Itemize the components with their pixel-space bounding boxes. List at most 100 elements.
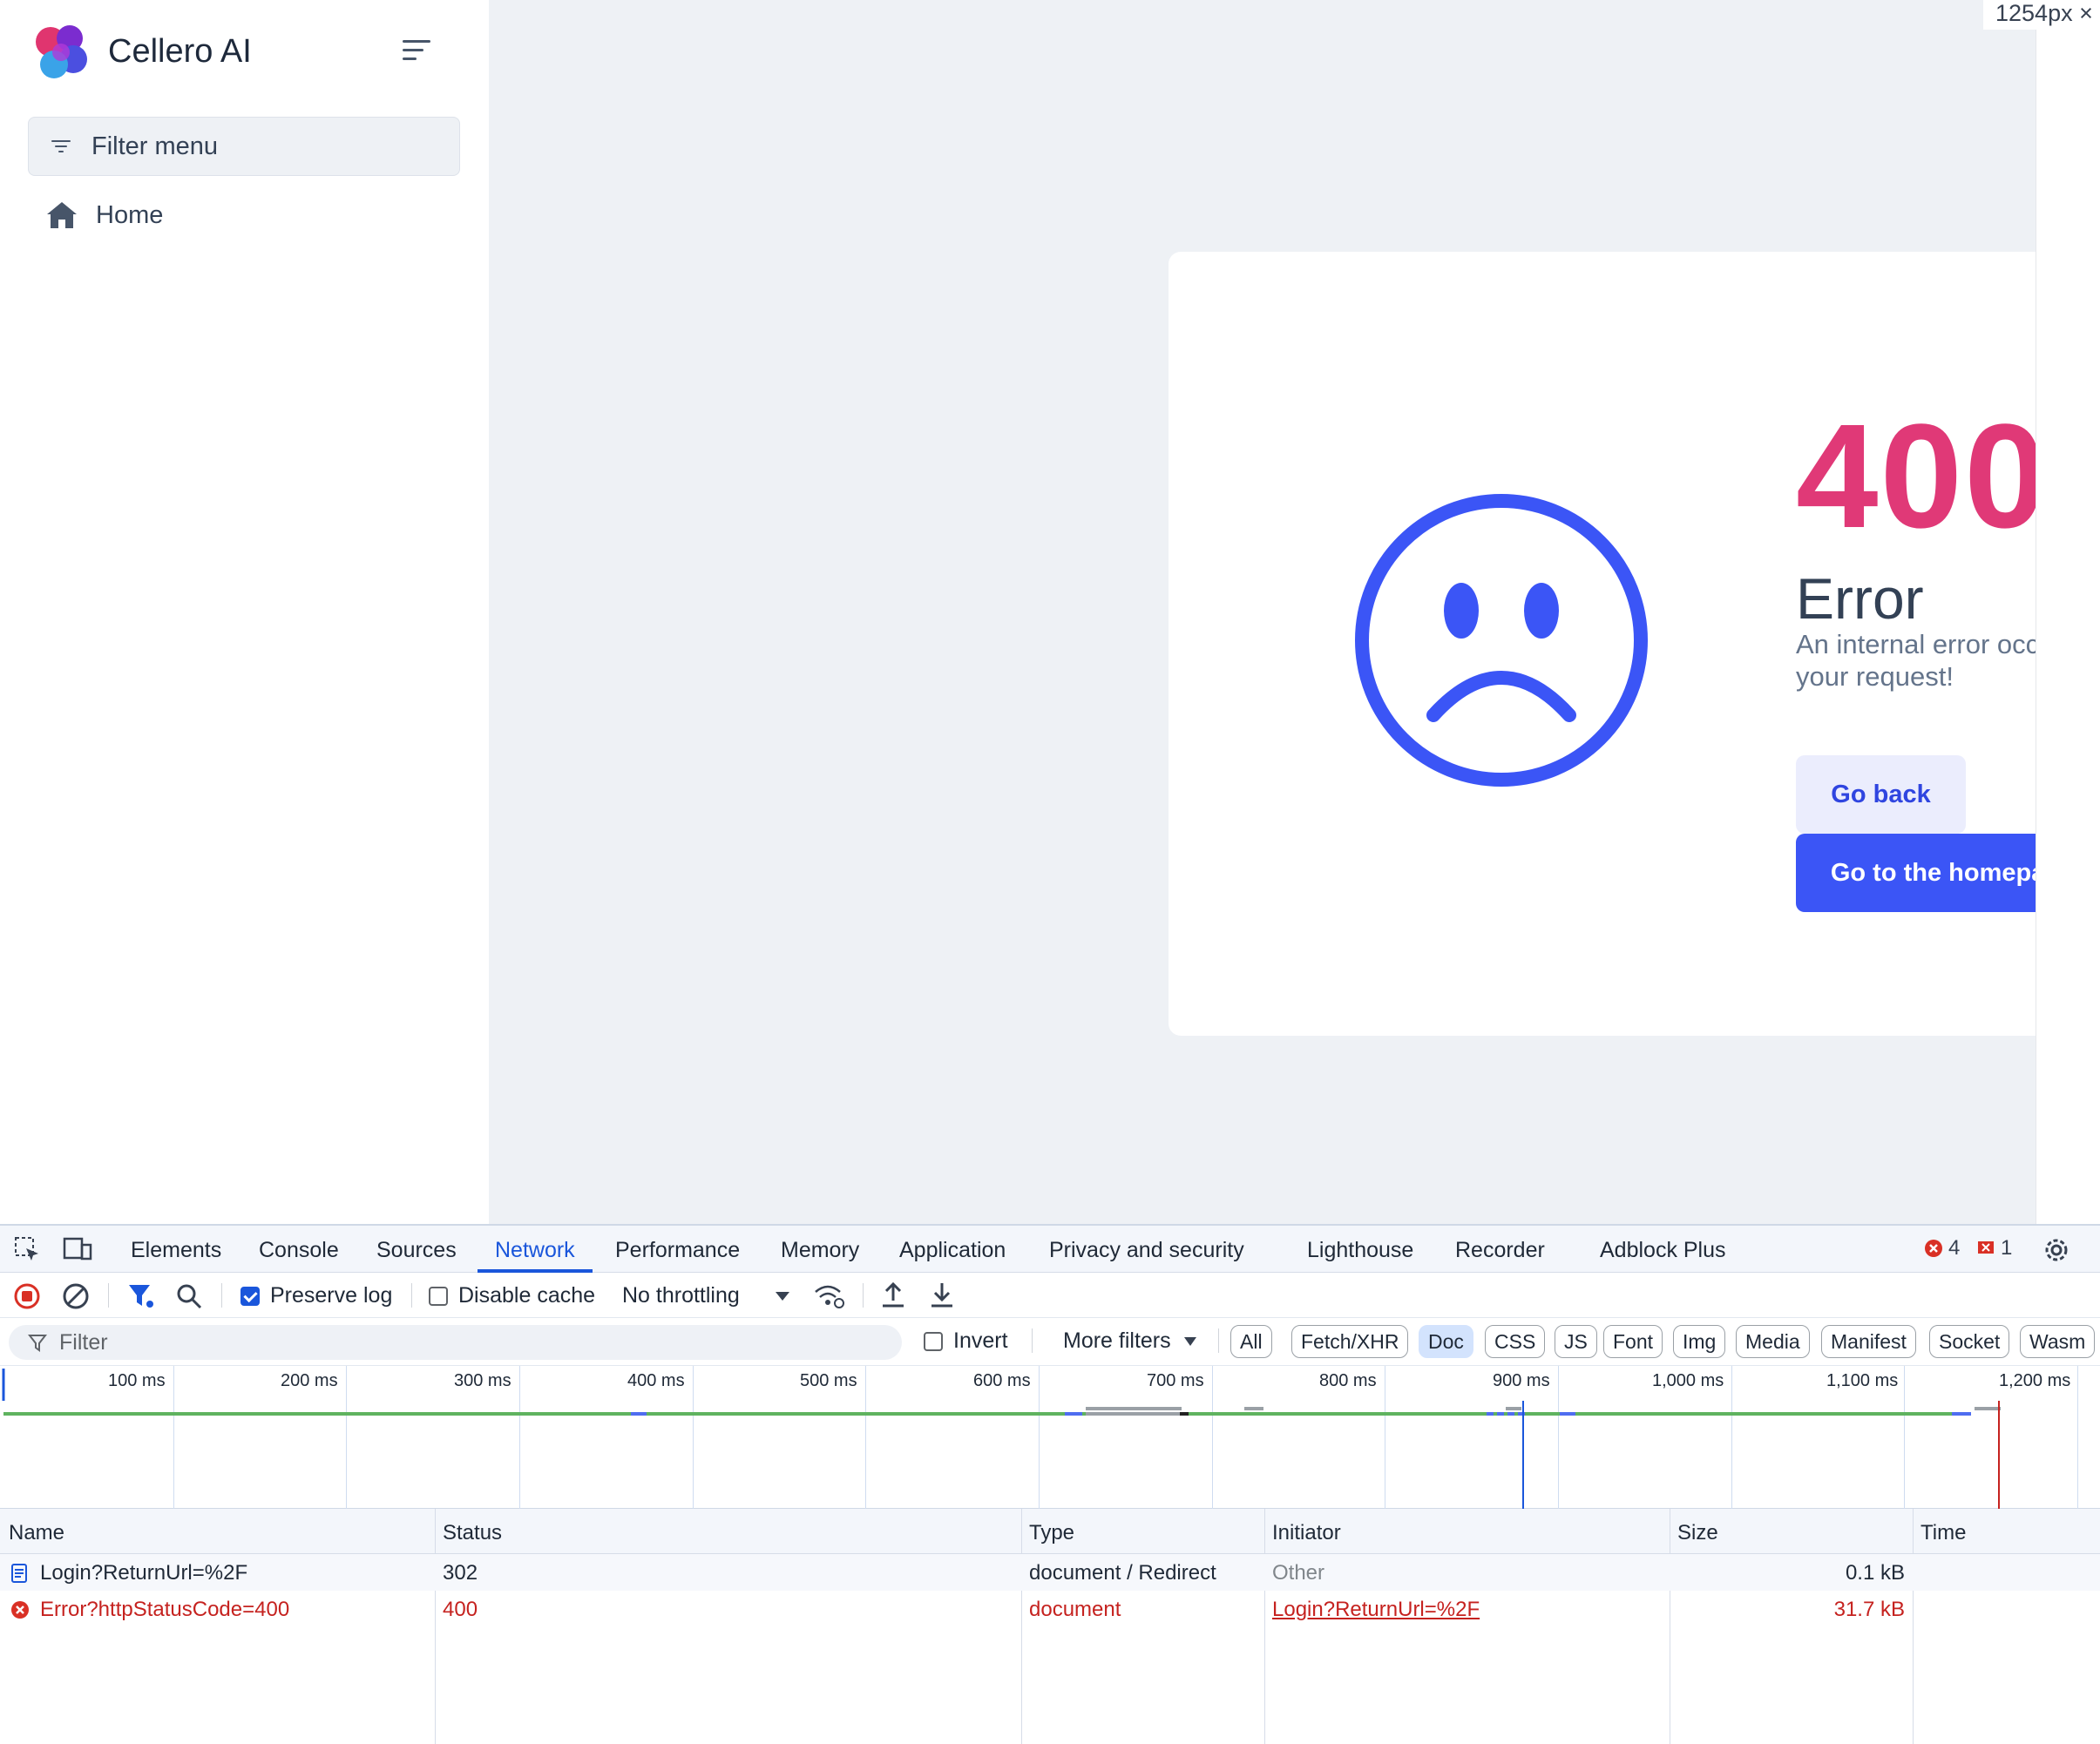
request-size: 31.7 kB	[1833, 1598, 1905, 1621]
main-content: 400 Error An internal error occurred dur…	[489, 0, 2100, 1224]
network-conditions-icon[interactable]	[814, 1283, 845, 1309]
type-filter-js[interactable]: JS	[1555, 1325, 1597, 1358]
column-header-status[interactable]: Status	[443, 1521, 502, 1545]
settings-gear-icon[interactable]	[2042, 1236, 2070, 1264]
network-request-table: Name Status Type Initiator Size Time Log…	[0, 1509, 2100, 1744]
column-header-initiator[interactable]: Initiator	[1272, 1521, 1341, 1545]
more-filters-dropdown[interactable]: More filters	[1063, 1328, 1197, 1354]
type-filter-wasm[interactable]: Wasm	[2020, 1325, 2096, 1358]
tab-network[interactable]: Network	[478, 1226, 593, 1273]
home-icon	[47, 202, 77, 228]
errors-badge[interactable]: 4	[1924, 1236, 1960, 1261]
preserve-log-checkbox[interactable]: Preserve log	[240, 1283, 392, 1308]
request-initiator-link[interactable]: Login?ReturnUrl=%2F	[1272, 1598, 1480, 1622]
error-circle-icon	[11, 1601, 29, 1619]
type-filter-font[interactable]: Font	[1603, 1325, 1663, 1358]
funnel-icon	[28, 1335, 47, 1352]
sad-face-icon	[1355, 494, 1648, 787]
viewport-size-label: 1254px ×	[1983, 0, 2098, 30]
invert-label: Invert	[953, 1328, 1008, 1353]
chevron-down-icon	[775, 1291, 789, 1301]
throttling-value: No throttling	[622, 1283, 740, 1308]
search-icon[interactable]	[176, 1283, 202, 1309]
more-filters-label: More filters	[1063, 1328, 1171, 1353]
timeline-waterfall-graph	[2, 1369, 2001, 1510]
issues-badge[interactable]: 1	[1976, 1236, 2012, 1261]
cellero-logo-icon	[36, 25, 87, 78]
document-icon	[11, 1564, 27, 1583]
import-har-icon[interactable]	[880, 1281, 906, 1309]
error-count: 4	[1948, 1236, 1961, 1260]
chevron-down-icon	[1183, 1336, 1196, 1346]
column-header-size[interactable]: Size	[1677, 1521, 1718, 1545]
disable-cache-checkbox[interactable]: Disable cache	[429, 1283, 595, 1308]
network-filter-input[interactable]: Filter	[9, 1325, 902, 1360]
side-panel-strip	[2036, 30, 2100, 1224]
error-card: 400 Error An internal error occurred dur…	[1169, 252, 2100, 1036]
error-title: Error	[1796, 566, 1924, 631]
filter-placeholder: Filter	[59, 1329, 108, 1355]
column-header-time[interactable]: Time	[1920, 1521, 1966, 1545]
request-status: 400	[443, 1598, 478, 1621]
type-filter-img[interactable]: Img	[1673, 1325, 1726, 1358]
request-initiator: Other	[1272, 1561, 1325, 1585]
sidebar-item-label: Home	[96, 200, 164, 229]
table-header: Name Status Type Initiator Size Time	[0, 1509, 2100, 1554]
network-filter-bar: Filter Invert More filters All Fetch/XHR…	[0, 1318, 2100, 1365]
sidebar-item-home[interactable]: Home	[45, 200, 163, 230]
filter-icon	[51, 139, 72, 154]
type-filter-manifest[interactable]: Manifest	[1821, 1325, 1916, 1358]
filter-toggle-icon[interactable]	[127, 1283, 155, 1309]
devtools-tab-bar: Elements Console Sources Network Perform…	[0, 1226, 2100, 1273]
device-toolbar-icon[interactable]	[63, 1236, 92, 1262]
table-row[interactable]: Login?ReturnUrl=%2F 302 document / Redir…	[0, 1554, 2100, 1591]
inspect-element-icon[interactable]	[14, 1236, 40, 1262]
request-type: document	[1029, 1598, 1121, 1621]
error-circle-icon	[1925, 1240, 1942, 1257]
column-header-name[interactable]: Name	[9, 1521, 64, 1545]
type-filter-socket[interactable]: Socket	[1929, 1325, 2010, 1358]
throttling-select[interactable]: No throttling	[622, 1283, 790, 1308]
request-status: 302	[443, 1561, 478, 1585]
tab-lighthouse[interactable]: Lighthouse	[1307, 1226, 1413, 1273]
invert-checkbox[interactable]: Invert	[924, 1328, 1008, 1354]
tab-sources[interactable]: Sources	[376, 1226, 457, 1273]
tab-performance[interactable]: Performance	[615, 1226, 740, 1273]
sidebar: Cellero AI Filter menu Home	[0, 0, 489, 1224]
tab-recorder[interactable]: Recorder	[1455, 1226, 1545, 1273]
type-filter-media[interactable]: Media	[1736, 1325, 1810, 1358]
menu-toggle-icon[interactable]	[401, 38, 432, 63]
preserve-log-label: Preserve log	[270, 1283, 393, 1308]
type-filter-all[interactable]: All	[1230, 1325, 1272, 1358]
filter-menu-placeholder: Filter menu	[91, 132, 219, 160]
brand[interactable]: Cellero AI	[31, 21, 252, 82]
go-back-button[interactable]: Go back	[1796, 755, 1966, 834]
tab-application[interactable]: Application	[899, 1226, 1006, 1273]
export-har-icon[interactable]	[929, 1281, 955, 1309]
disable-cache-check	[429, 1286, 448, 1306]
issue-count: 1	[2001, 1236, 2013, 1260]
type-filter-css[interactable]: CSS	[1485, 1325, 1546, 1358]
network-timeline-overview[interactable]: 100 ms 200 ms 300 ms 400 ms 500 ms 600 m…	[0, 1365, 2100, 1510]
invert-check	[924, 1331, 943, 1351]
stop-recording-icon[interactable]	[14, 1283, 40, 1309]
brand-name: Cellero AI	[108, 32, 252, 70]
filter-menu-input[interactable]: Filter menu	[28, 117, 460, 176]
error-code: 400	[1796, 394, 2049, 559]
table-row[interactable]: Error?httpStatusCode=400 400 document Lo…	[0, 1591, 2100, 1627]
devtools-panel: Elements Console Sources Network Perform…	[0, 1224, 2100, 1744]
tab-elements[interactable]: Elements	[131, 1226, 221, 1273]
tab-memory[interactable]: Memory	[781, 1226, 859, 1273]
column-header-type[interactable]: Type	[1029, 1521, 1074, 1545]
tab-privacy-security[interactable]: Privacy and security	[1049, 1226, 1244, 1273]
network-toolbar: Preserve log Disable cache No throttling	[0, 1273, 2100, 1318]
tab-console[interactable]: Console	[259, 1226, 339, 1273]
request-name: Error?httpStatusCode=400	[40, 1598, 290, 1621]
type-filter-fetch-xhr[interactable]: Fetch/XHR	[1291, 1325, 1409, 1358]
clear-icon[interactable]	[63, 1283, 89, 1309]
request-name: Login?ReturnUrl=%2F	[40, 1561, 248, 1585]
disable-cache-label: Disable cache	[458, 1283, 596, 1308]
tab-adblock-plus[interactable]: Adblock Plus	[1600, 1226, 1726, 1273]
type-filter-doc[interactable]: Doc	[1419, 1325, 1473, 1358]
app-page: Cellero AI Filter menu Home 400 Error An…	[0, 0, 2100, 1224]
